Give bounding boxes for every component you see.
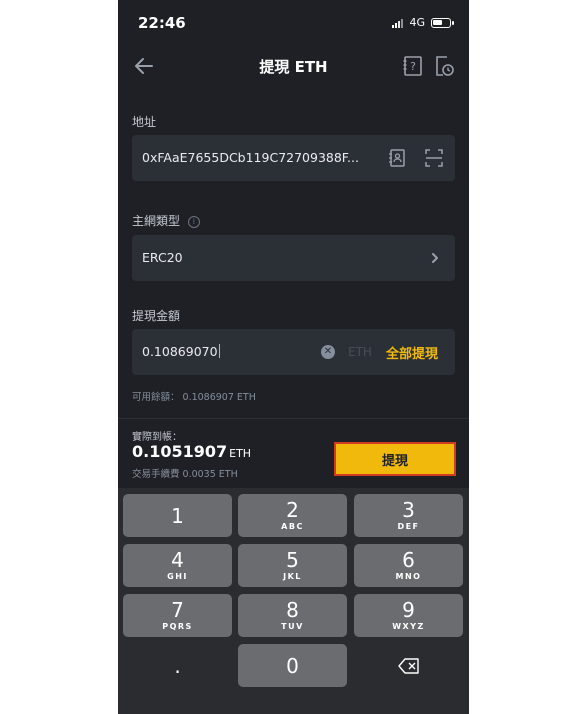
key-8[interactable]: 8 TUV	[238, 594, 347, 637]
chevron-right-icon	[432, 253, 438, 263]
key-backspace[interactable]	[354, 644, 463, 687]
network-value: ERC20	[142, 250, 183, 265]
svg-text:?: ?	[410, 60, 416, 73]
address-label: 地址	[132, 115, 157, 129]
signal-icon	[392, 18, 404, 28]
key-7[interactable]: 7 PQRS	[123, 594, 232, 637]
network-selector[interactable]: ERC20	[132, 235, 455, 281]
status-bar: 22:46 4G	[118, 0, 469, 44]
key-9[interactable]: 9 WXYZ	[354, 594, 463, 637]
network-type: 4G	[409, 16, 425, 29]
amount-label: 提現金額	[132, 309, 181, 323]
key-4[interactable]: 4 GHI	[123, 544, 232, 587]
receive-amount-unit: ETH	[229, 447, 252, 460]
amount-unit: ETH	[348, 345, 372, 359]
nav-bar: 提現 ETH ?	[118, 44, 469, 88]
battery-icon	[431, 17, 454, 28]
key-0[interactable]: 0	[238, 644, 347, 687]
info-icon[interactable]: i	[187, 215, 200, 228]
history-icon[interactable]	[432, 54, 456, 78]
address-value: 0xFAaE7655DCb119C72709388F...	[142, 150, 359, 165]
key-6[interactable]: 6 MNO	[354, 544, 463, 587]
backspace-icon	[397, 657, 419, 674]
withdraw-button[interactable]: 提現	[334, 442, 456, 476]
key-3[interactable]: 3 DEF	[354, 494, 463, 537]
numeric-keypad: 1 2 ABC 3 DEF 4 GHI 5 JKL 6 MNO 7 PQRS 8 TUV 9W…	[118, 488, 469, 714]
address-field[interactable]: 0xFAaE7655DCb119C72709388F...	[132, 135, 455, 181]
key-decimal[interactable]: .	[123, 644, 232, 687]
network-label-text: 主網類型	[132, 214, 181, 228]
network-label: 主網類型 i	[132, 212, 200, 229]
status-time: 22:46	[138, 14, 186, 32]
amount-value: 0.10869070	[142, 344, 221, 359]
key-1[interactable]: 1	[123, 494, 232, 537]
clear-icon[interactable]: ✕	[321, 345, 335, 359]
help-document-icon[interactable]: ?	[401, 54, 425, 78]
divider	[118, 418, 469, 419]
address-book-icon[interactable]	[386, 147, 408, 169]
available-balance: 可用餘額： 0.1086907 ETH	[132, 392, 256, 403]
status-indicators: 4G	[392, 16, 454, 29]
amount-input[interactable]: 0.10869070 ✕ ETH 全部提現	[132, 329, 455, 375]
receive-amount-value: 0.1051907	[132, 442, 228, 461]
fee-text: 交易手續費 0.0035 ETH	[132, 469, 238, 480]
key-2[interactable]: 2 ABC	[238, 494, 347, 537]
key-5[interactable]: 5 JKL	[238, 544, 347, 587]
withdraw-all-button[interactable]: 全部提現	[386, 343, 438, 362]
receive-amount: 0.1051907 ETH	[132, 442, 251, 461]
phone-screen: 22:46 4G 提現 ETH ? 地址 0xFAaE7655DCb119C72…	[118, 0, 469, 714]
receive-label: 實際到帳：	[132, 432, 182, 443]
scan-icon[interactable]	[423, 147, 445, 169]
